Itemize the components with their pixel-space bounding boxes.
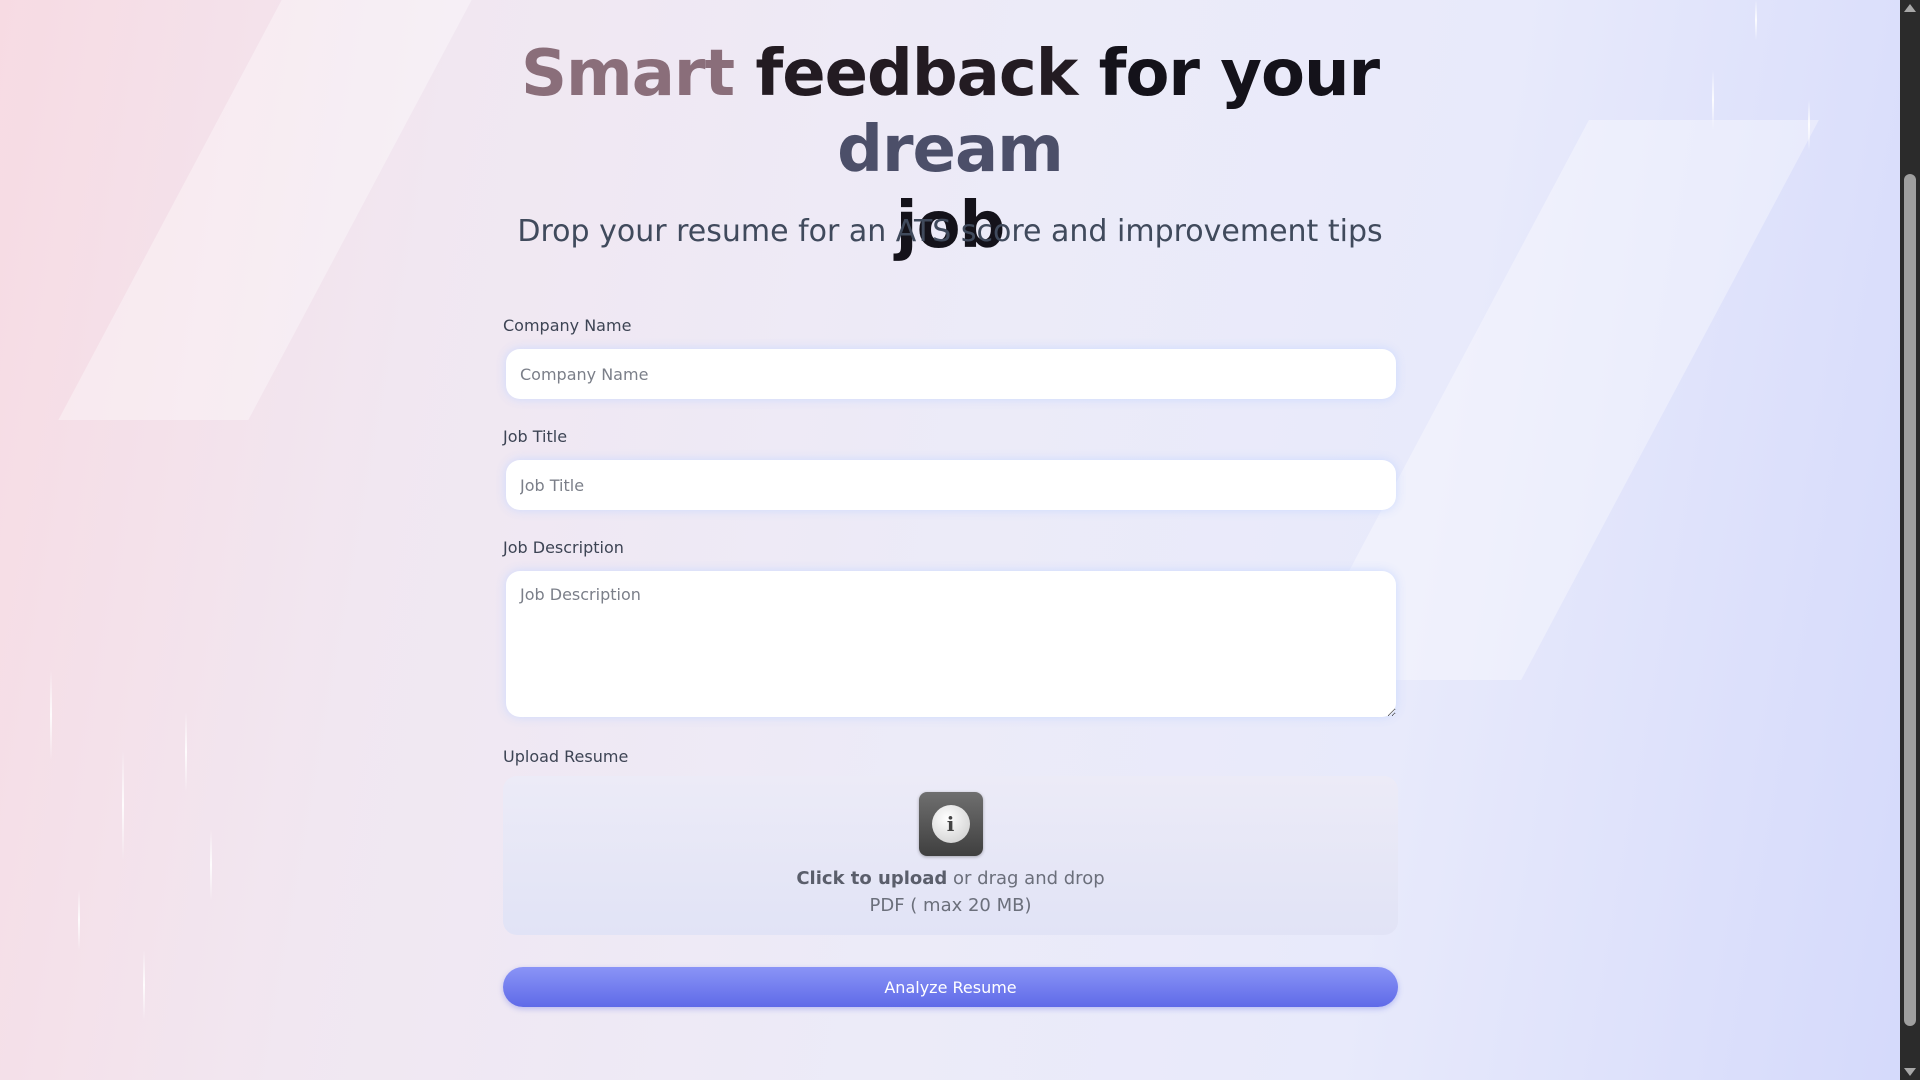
job-description-textarea[interactable]: [506, 571, 1396, 717]
title-word: for: [1098, 37, 1200, 111]
job-description-label: Job Description: [503, 538, 624, 557]
upload-resume-label: Upload Resume: [503, 747, 629, 766]
click-to-upload-text[interactable]: Click to upload: [796, 868, 947, 889]
title-word: feedback: [755, 37, 1078, 111]
job-title-input[interactable]: [506, 460, 1396, 510]
job-title-field: Job Title: [503, 427, 1398, 510]
job-description-field: Job Description: [503, 538, 1398, 717]
analyze-resume-button[interactable]: Analyze Resume: [503, 967, 1398, 1007]
upload-field: Upload Resume i Click to upload or drag …: [503, 747, 1398, 935]
title-word: your: [1220, 37, 1380, 111]
main-content: Smart feedback for your dream job Drop y…: [0, 0, 1900, 1080]
scroll-down-arrow-icon[interactable]: [1904, 1068, 1916, 1076]
drag-drop-text: or drag and drop: [947, 868, 1105, 889]
title-word: Smart: [520, 37, 735, 111]
info-icon: i: [918, 792, 983, 856]
upload-file-hint: PDF ( max 20 MB): [869, 895, 1032, 916]
company-field: Company Name: [503, 316, 1398, 399]
resume-form: Company Name Job Title Job Description U…: [503, 316, 1398, 1007]
company-name-label: Company Name: [503, 316, 632, 335]
resume-dropzone[interactable]: i Click to upload or drag and drop PDF (…: [503, 776, 1398, 935]
vertical-scrollbar[interactable]: [1900, 0, 1920, 1080]
upload-instruction: Click to upload or drag and drop: [796, 868, 1104, 889]
company-name-input[interactable]: [506, 349, 1396, 399]
scrollbar-thumb[interactable]: [1904, 174, 1916, 1026]
title-word: dream: [837, 113, 1064, 187]
page-subtitle: Drop your resume for an ATS score and im…: [517, 214, 1383, 249]
scroll-up-arrow-icon[interactable]: [1904, 4, 1916, 12]
job-title-label: Job Title: [503, 427, 568, 446]
